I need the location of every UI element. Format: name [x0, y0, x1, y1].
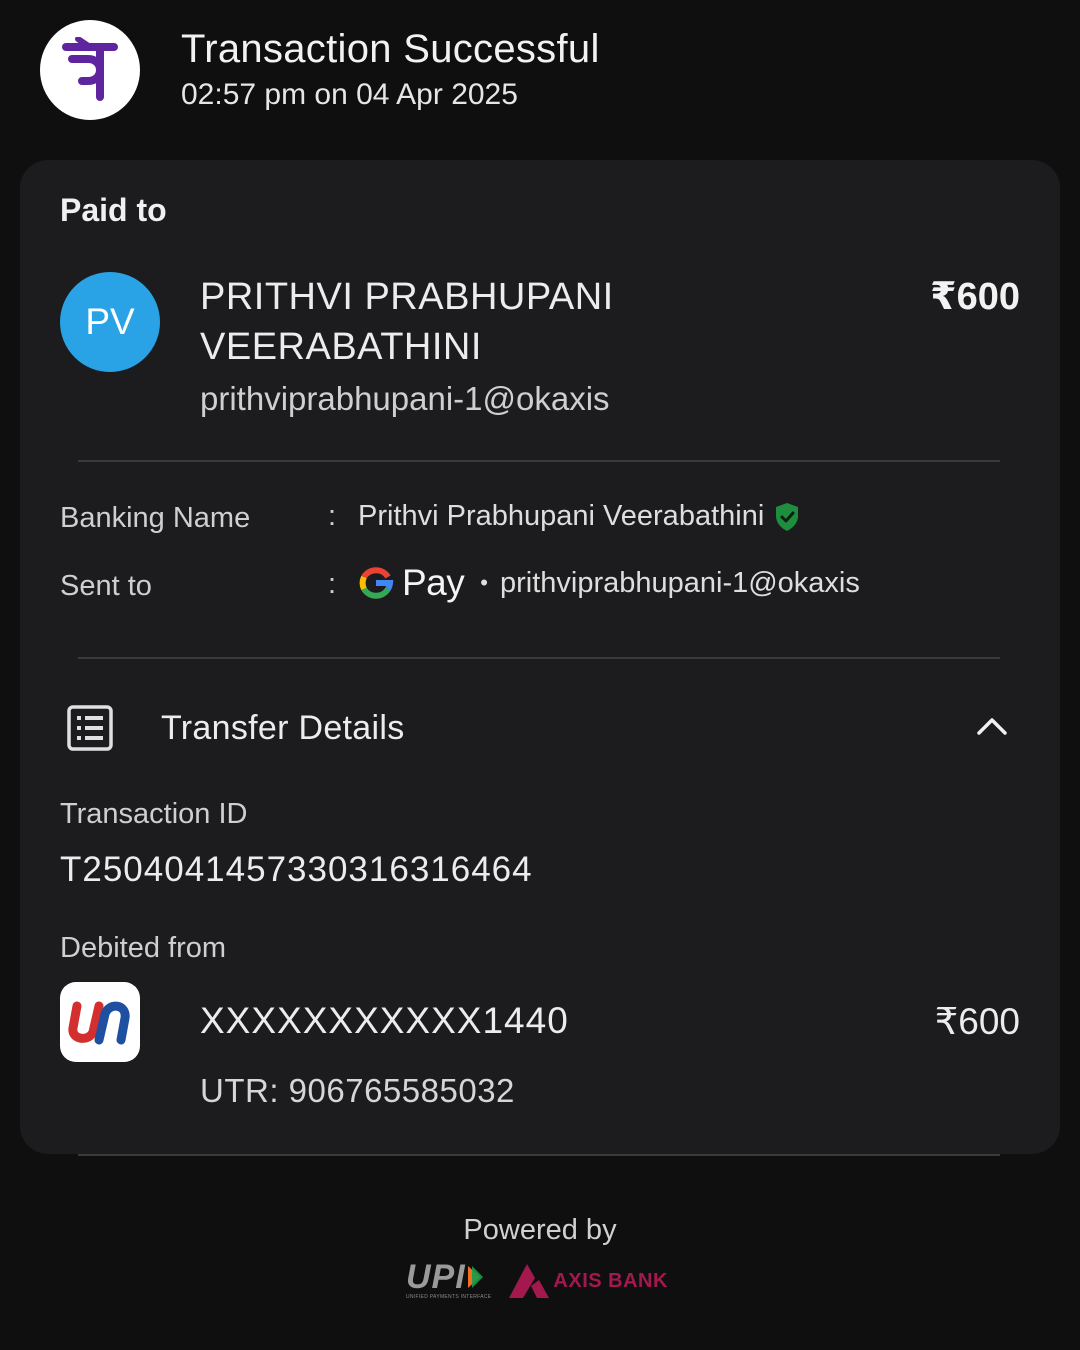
payee-vpa: prithviprabhupani-1@okaxis: [200, 380, 610, 417]
payee-avatar[interactable]: PV: [60, 272, 160, 372]
receipt-list-icon: [66, 704, 114, 757]
header: Transaction Successful 02:57 pm on 04 Ap…: [40, 20, 600, 120]
verified-shield-icon: [774, 502, 800, 532]
page-title: Transaction Successful: [181, 27, 600, 71]
debit-account-number: XXXXXXXXXXX1440: [200, 1000, 569, 1041]
axis-bank-logo: AXIS BANK: [507, 1262, 668, 1300]
upi-subtext: UNIFIED PAYMENTS INTERFACE: [406, 1294, 492, 1300]
google-pay-logo: Pay: [358, 562, 465, 604]
upi-wordmark: UPI: [406, 1258, 466, 1296]
colon: :: [328, 500, 337, 532]
paid-amount: ₹600: [930, 276, 1020, 318]
transaction-receipt-screen: Transaction Successful 02:57 pm on 04 Ap…: [0, 0, 1080, 1350]
separator-dot: •: [480, 570, 488, 595]
utr-number[interactable]: UTR: 906765585032: [200, 1072, 515, 1110]
sent-to-row: Pay • prithviprabhupani-1@okaxis: [358, 562, 860, 604]
gpay-word: Pay: [402, 562, 465, 603]
divider: [78, 1154, 1000, 1156]
payee-name: PRITHVI PRABHUPANI VEERABATHINI: [200, 276, 614, 368]
banking-name-value: Prithvi Prabhupani Veerabathini: [358, 500, 765, 532]
google-g-icon: [359, 567, 394, 599]
axis-bank-wordmark: AXIS BANK: [553, 1269, 668, 1292]
transfer-details-title[interactable]: Transfer Details: [161, 709, 405, 748]
sent-to-label: Sent to: [60, 570, 152, 602]
banking-name-label: Banking Name: [60, 502, 251, 534]
upi-logo: UPI UNIFIED PAYMENTS INTERFACE: [406, 1258, 492, 1300]
union-bank-logo-icon: [60, 982, 140, 1062]
partner-logos: UPI UNIFIED PAYMENTS INTERFACE AXIS BANK: [406, 1258, 668, 1300]
divider: [78, 657, 1000, 659]
transaction-id-value[interactable]: T2504041457330316316464: [60, 850, 533, 890]
sent-to-vpa: prithviprabhupani-1@okaxis: [499, 566, 860, 599]
transaction-id-label: Transaction ID: [60, 798, 248, 830]
upi-arrow-icon: [467, 1266, 483, 1288]
debited-from-label: Debited from: [60, 932, 227, 964]
banking-name-row: Prithvi Prabhupani Veerabathini: [358, 500, 800, 533]
divider: [78, 460, 1000, 462]
chevron-up-icon[interactable]: [976, 716, 1008, 741]
transaction-card: Paid to PV PRITHVI PRABHUPANI VEERABATHI…: [20, 160, 1060, 1154]
paid-to-label: Paid to: [60, 192, 167, 228]
axis-bank-icon: [509, 1264, 550, 1298]
colon: :: [328, 568, 337, 600]
phonepe-logo-icon: [40, 20, 140, 120]
powered-by-label: Powered by: [463, 1214, 617, 1246]
debit-amount: ₹600: [934, 1001, 1020, 1042]
transaction-timestamp: 02:57 pm on 04 Apr 2025: [181, 78, 518, 111]
header-text: Transaction Successful 02:57 pm on 04 Ap…: [181, 25, 600, 115]
